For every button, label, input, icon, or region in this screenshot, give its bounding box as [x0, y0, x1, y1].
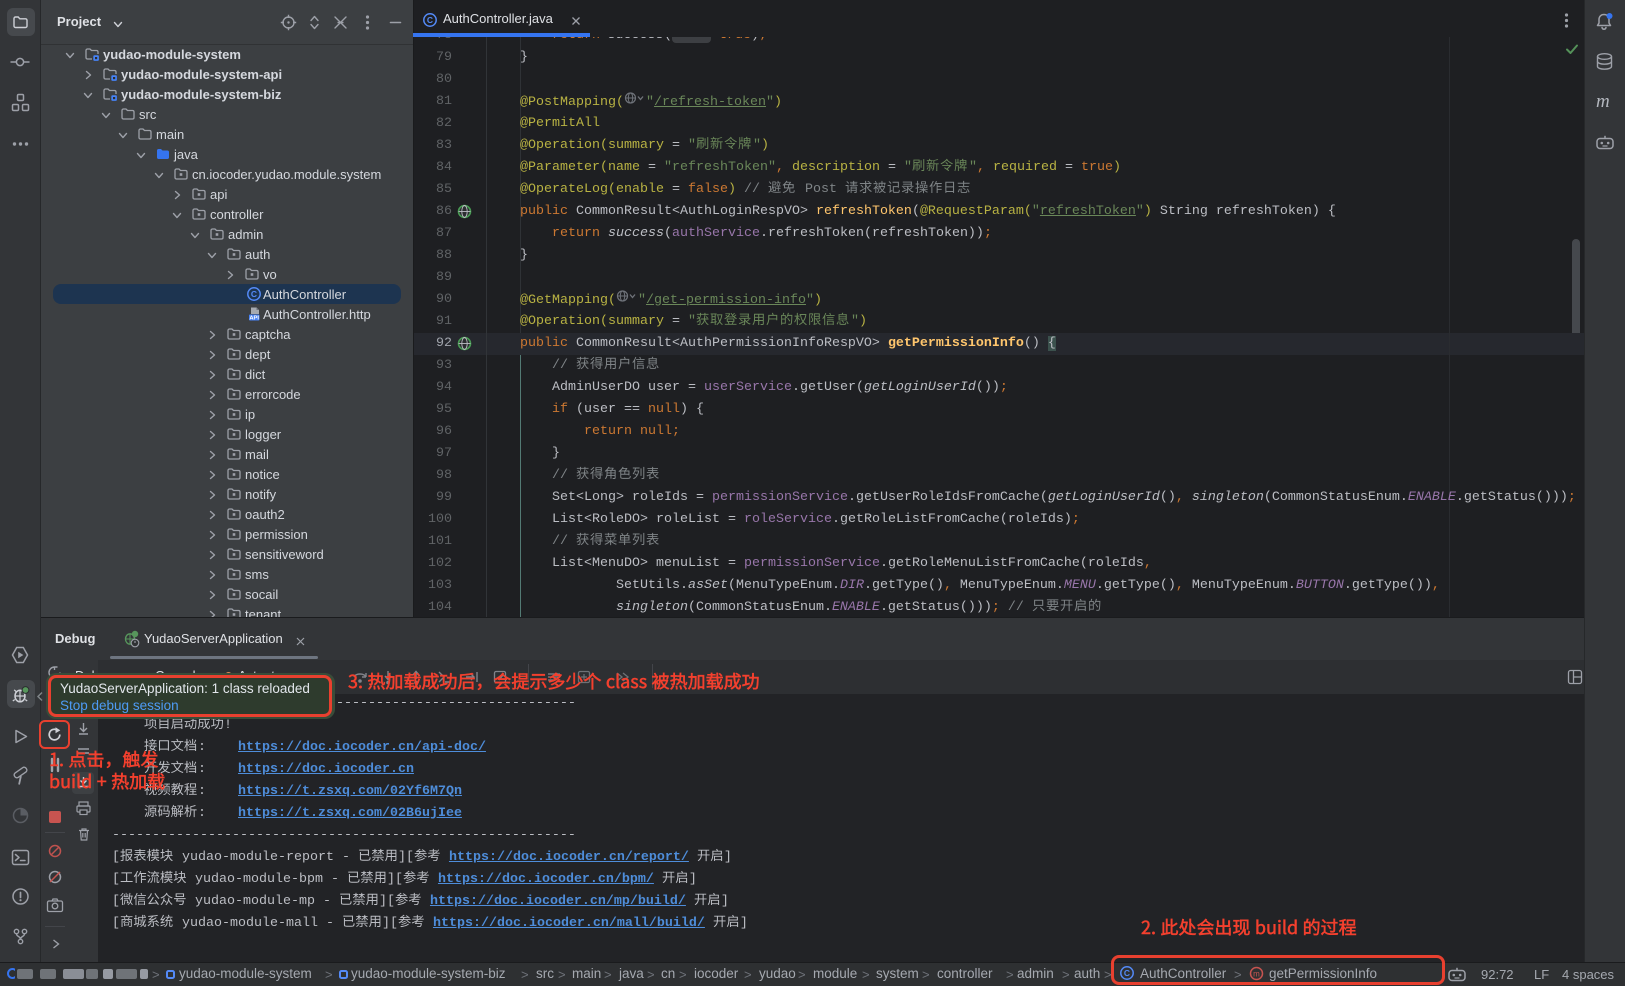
svg-text:C: C	[251, 289, 257, 299]
svg-text:API: API	[249, 315, 259, 321]
svg-text:C: C	[427, 15, 433, 25]
